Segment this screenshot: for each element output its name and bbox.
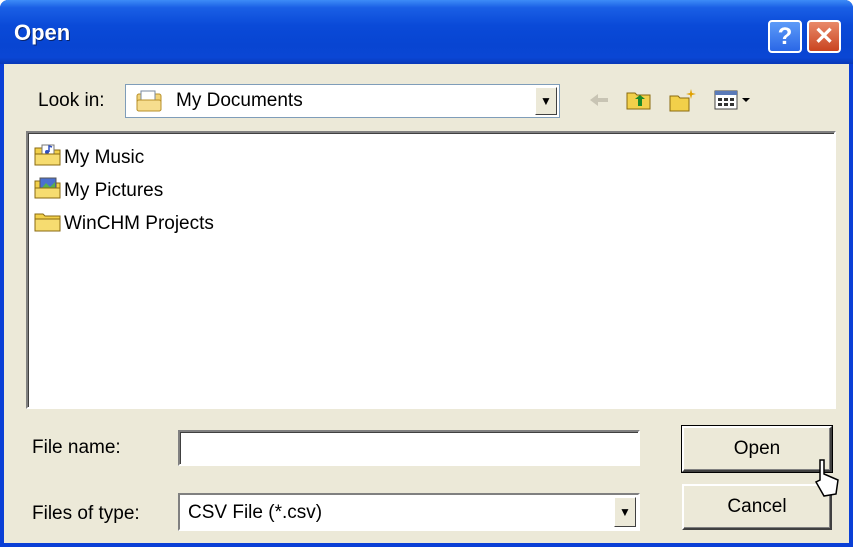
- folder-icon: [34, 209, 64, 239]
- file-name-label: My Music: [64, 147, 145, 168]
- list-item[interactable]: My Music: [34, 143, 145, 173]
- cancel-button-label: Cancel: [727, 496, 787, 517]
- look-in-combobox[interactable]: My Documents ▼: [125, 84, 560, 118]
- file-list[interactable]: My Music My Pictures WinCHM Projects: [26, 131, 836, 409]
- file-type-dropdown-button[interactable]: ▼: [614, 497, 636, 527]
- dialog-title: Open: [14, 20, 71, 45]
- pictures-folder-icon: [34, 176, 64, 206]
- list-item[interactable]: My Pictures: [34, 176, 164, 206]
- look-in-label: Look in:: [38, 90, 105, 111]
- open-button-label: Open: [733, 438, 781, 459]
- view-menu-icon[interactable]: [712, 86, 756, 114]
- help-icon: ?: [777, 23, 793, 50]
- mouse-cursor-icon: [810, 456, 844, 505]
- close-icon: ✕: [813, 23, 835, 50]
- new-folder-icon[interactable]: [668, 86, 698, 114]
- file-type-value: CSV File (*.csv): [188, 502, 323, 523]
- file-name-input[interactable]: [178, 430, 640, 466]
- file-type-combobox[interactable]: CSV File (*.csv) ▼: [178, 493, 640, 531]
- chevron-down-icon: ▼: [540, 94, 552, 108]
- look-in-dropdown-button[interactable]: ▼: [535, 87, 557, 115]
- list-item[interactable]: WinCHM Projects: [34, 211, 214, 237]
- file-name-label: File name:: [32, 437, 121, 458]
- chevron-down-icon: ▼: [619, 505, 631, 519]
- file-name-label: My Pictures: [64, 180, 164, 201]
- music-folder-icon: [34, 143, 64, 173]
- title-bar[interactable]: Open ? ✕: [0, 0, 853, 64]
- look-in-value: My Documents: [176, 90, 303, 111]
- file-name-label: WinCHM Projects: [64, 213, 214, 234]
- up-folder-icon[interactable]: [624, 86, 654, 114]
- file-type-label: Files of type:: [32, 503, 140, 524]
- help-button[interactable]: ?: [768, 20, 802, 53]
- back-icon[interactable]: [584, 86, 614, 114]
- my-documents-icon: [134, 89, 164, 118]
- close-button[interactable]: ✕: [807, 20, 841, 53]
